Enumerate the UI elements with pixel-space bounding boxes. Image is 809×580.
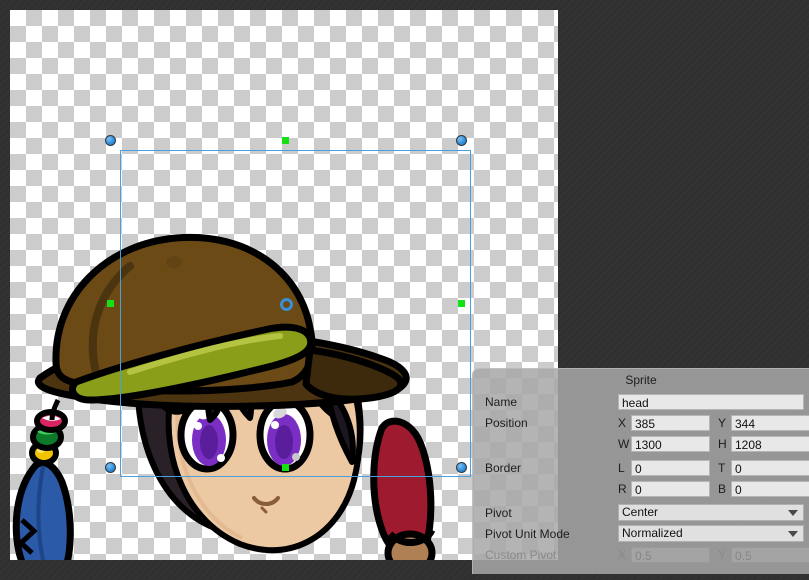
- custom-pivot-y-label: Y: [718, 548, 731, 562]
- custom-pivot-row: Custom Pivot X 0.5 Y 0.5: [473, 544, 809, 565]
- panel-title: Sprite: [473, 369, 809, 391]
- border-label: Border: [485, 461, 618, 475]
- selection-handle-top-center[interactable]: [282, 137, 289, 144]
- border-l-input[interactable]: 0: [631, 460, 710, 476]
- name-input[interactable]: head: [618, 394, 804, 410]
- position-x-label: X: [618, 416, 631, 430]
- selection-handle-bottom-left[interactable]: [105, 462, 116, 473]
- position-row-wh: W 1300 H 1208: [473, 433, 809, 454]
- pivot-unit-mode-dropdown[interactable]: Normalized: [618, 525, 804, 542]
- position-h-input[interactable]: 1208: [731, 436, 809, 452]
- pivot-dropdown[interactable]: Center: [618, 504, 804, 521]
- selection-handle-bottom-right[interactable]: [456, 462, 467, 473]
- custom-pivot-label: Custom Pivot: [485, 548, 618, 562]
- sprite-inspector-panel: Sprite Name head Position X 385 Y 344 W …: [472, 368, 809, 574]
- sprite-editor-window: Sprite Name head Position X 385 Y 344 W …: [0, 0, 809, 580]
- pivot-dropdown-value: Center: [622, 505, 788, 520]
- border-b-input[interactable]: 0: [731, 481, 809, 497]
- pivot-row: Pivot Center: [473, 502, 809, 523]
- position-y-input[interactable]: 344: [731, 415, 809, 431]
- name-label: Name: [485, 395, 618, 409]
- selection-handle-bottom-center[interactable]: [282, 464, 289, 471]
- chevron-down-icon: [788, 531, 798, 537]
- custom-pivot-x-label: X: [618, 548, 631, 562]
- feather-charm: [16, 412, 70, 560]
- border-r-label: R: [618, 482, 631, 496]
- position-w-input[interactable]: 1300: [631, 436, 710, 452]
- character-eyes: [181, 401, 310, 469]
- border-r-input[interactable]: 0: [631, 481, 710, 497]
- border-l-label: L: [618, 461, 631, 475]
- chevron-down-icon: [788, 510, 798, 516]
- position-w-label: W: [618, 437, 631, 451]
- hat-cord: [52, 400, 58, 420]
- position-h-label: H: [718, 437, 731, 451]
- border-t-input[interactable]: 0: [731, 460, 809, 476]
- position-x-input[interactable]: 385: [631, 415, 710, 431]
- selection-handle-right-middle[interactable]: [458, 300, 465, 307]
- position-label: Position: [485, 416, 618, 430]
- pivot-marker-icon[interactable]: [280, 298, 293, 311]
- pivot-unit-mode-label: Pivot Unit Mode: [485, 527, 618, 541]
- selection-handle-left-middle[interactable]: [107, 300, 114, 307]
- custom-pivot-x-input: 0.5: [631, 547, 710, 563]
- border-row-rb: R 0 B 0: [473, 478, 809, 499]
- border-t-label: T: [718, 461, 731, 475]
- border-row-lt: Border L 0 T 0: [473, 457, 809, 478]
- border-b-label: B: [718, 482, 731, 496]
- red-sleeve-arm: [374, 421, 432, 560]
- sprite-selection-rectangle[interactable]: [120, 150, 471, 477]
- selection-handle-top-left[interactable]: [105, 135, 116, 146]
- pivot-unit-mode-value: Normalized: [622, 526, 788, 541]
- pivot-unit-mode-row: Pivot Unit Mode Normalized: [473, 523, 809, 544]
- custom-pivot-y-input: 0.5: [731, 547, 809, 563]
- pivot-label: Pivot: [485, 506, 618, 520]
- position-y-label: Y: [718, 416, 731, 430]
- position-row-xy: Position X 385 Y 344: [473, 412, 809, 433]
- character-face: [169, 382, 360, 550]
- name-row: Name head: [473, 391, 809, 412]
- character-hat: [38, 237, 406, 406]
- selection-handle-top-right[interactable]: [456, 135, 467, 146]
- character-hair-back: [138, 362, 361, 537]
- character-hair-front: [160, 366, 353, 462]
